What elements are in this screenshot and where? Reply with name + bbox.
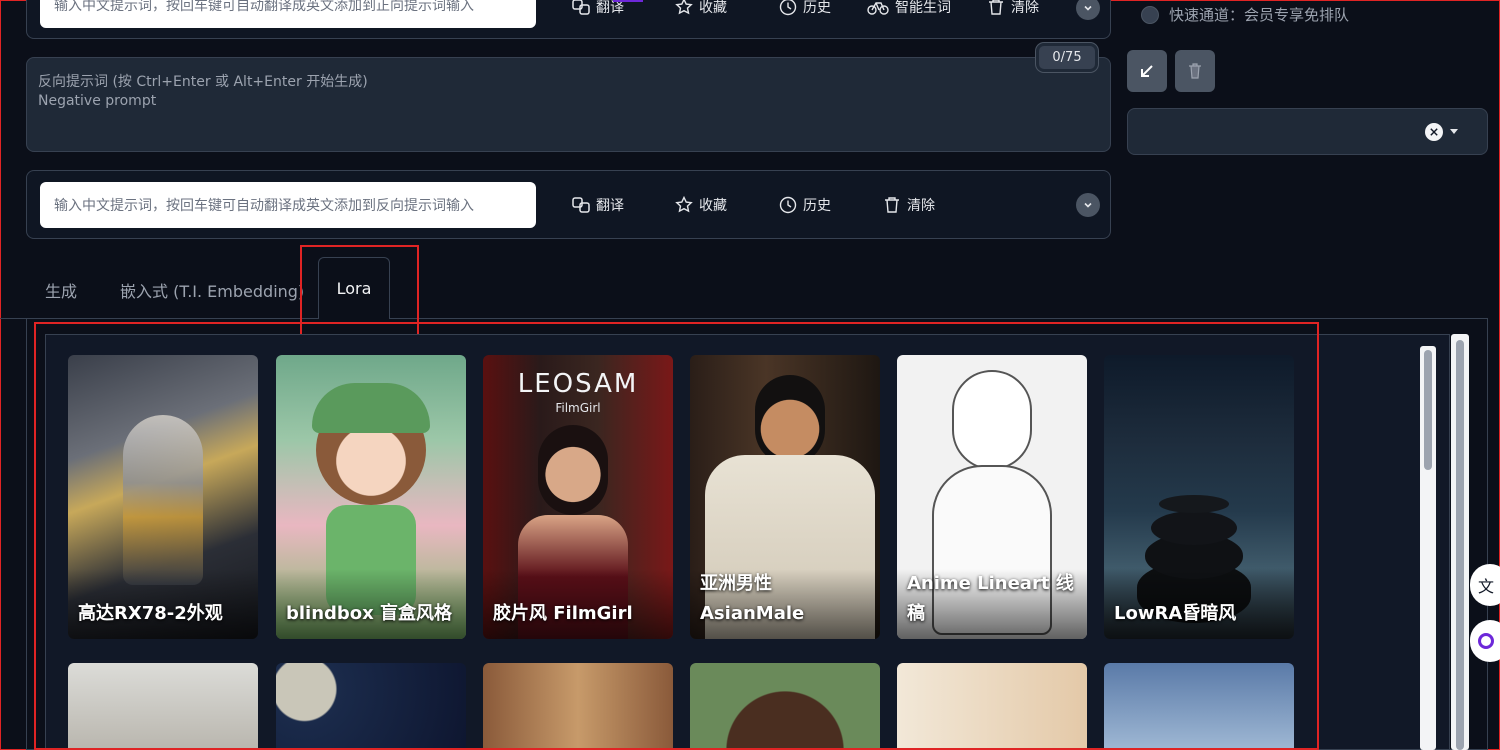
page-scrollbar-thumb[interactable] — [1456, 340, 1464, 750]
trash-icon — [989, 0, 1003, 15]
star-icon — [675, 196, 693, 213]
tab-embedding[interactable]: 嵌入式 (T.I. Embedding) — [120, 278, 304, 302]
translate-label: 翻译 — [596, 198, 624, 214]
positive-toolbar: 输入中文提示词，按回车键可自动翻译成英文添加到正向提示词输入 翻译 收藏 历史 … — [26, 0, 1111, 39]
translate-float-button[interactable]: 文 — [1470, 564, 1500, 606]
negative-prompt-placeholder-en: Negative prompt — [38, 93, 157, 109]
chevron-down-icon — [1084, 5, 1092, 11]
history-label: 历史 — [803, 198, 831, 214]
negative-favorite-button[interactable]: 收藏 — [675, 195, 727, 215]
negative-toolbar: 输入中文提示词，按回车键可自动翻译成英文添加到反向提示词输入 翻译 收藏 历史 … — [26, 170, 1111, 239]
chevron-down-icon — [1084, 202, 1092, 208]
translate-float-label: 文 — [1478, 577, 1495, 596]
positive-favorite-button[interactable]: 收藏 — [675, 0, 727, 17]
tab-generate[interactable]: 生成 — [45, 278, 77, 302]
negative-history-button[interactable]: 历史 — [779, 195, 831, 215]
smart-words-label: 智能生词 — [895, 0, 951, 16]
assistant-icon — [1478, 633, 1494, 649]
negative-translate-button[interactable]: 翻译 — [572, 195, 624, 215]
caret-down-icon[interactable] — [1450, 129, 1458, 134]
favorite-label: 收藏 — [699, 0, 727, 16]
swap-button[interactable] — [1127, 50, 1167, 92]
translate-icon — [572, 0, 590, 15]
negative-clear-button[interactable]: 清除 — [883, 195, 935, 215]
clear-label: 清除 — [907, 198, 935, 214]
gallery-scrollbar-thumb[interactable] — [1424, 350, 1432, 470]
favorite-label: 收藏 — [699, 198, 727, 214]
fast-lane-label: 快速通道：会员专享免排队 — [1169, 6, 1350, 24]
trash-icon — [885, 197, 899, 213]
trash-button[interactable] — [1175, 50, 1215, 92]
clear-label: 清除 — [1011, 0, 1039, 16]
smart-words-button[interactable]: 智能生词 — [867, 0, 951, 17]
assistant-float-button[interactable] — [1470, 620, 1500, 662]
positive-cn-input[interactable]: 输入中文提示词，按回车键可自动翻译成英文添加到正向提示词输入 — [40, 0, 536, 28]
translate-icon — [572, 197, 590, 213]
positive-expand-button[interactable] — [1076, 0, 1100, 20]
translate-label: 翻译 — [596, 0, 624, 16]
bicycle-icon — [867, 2, 889, 15]
token-counter: 0/75 — [1036, 43, 1098, 72]
star-icon — [675, 0, 693, 15]
translate-accent-bar — [613, 0, 643, 2]
negative-cn-input[interactable]: 输入中文提示词，按回车键可自动翻译成英文添加到反向提示词输入 — [40, 182, 536, 228]
history-label: 历史 — [803, 0, 831, 16]
trash-icon — [1189, 63, 1201, 79]
clear-selection-icon[interactable] — [1425, 123, 1443, 141]
gallery-highlight — [34, 322, 1319, 750]
clock-icon — [779, 0, 797, 16]
negative-expand-button[interactable] — [1076, 193, 1100, 217]
fast-lane-radio[interactable] — [1141, 6, 1159, 24]
arrow-down-left-icon — [1141, 65, 1153, 77]
positive-history-button[interactable]: 历史 — [779, 0, 831, 17]
style-select[interactable] — [1127, 108, 1488, 155]
negative-prompt-placeholder: 反向提示词 (按 Ctrl+Enter 或 Alt+Enter 开始生成) — [38, 74, 368, 90]
positive-clear-button[interactable]: 清除 — [987, 0, 1039, 17]
positive-translate-button[interactable]: 翻译 — [572, 0, 624, 17]
clock-icon — [779, 196, 797, 214]
